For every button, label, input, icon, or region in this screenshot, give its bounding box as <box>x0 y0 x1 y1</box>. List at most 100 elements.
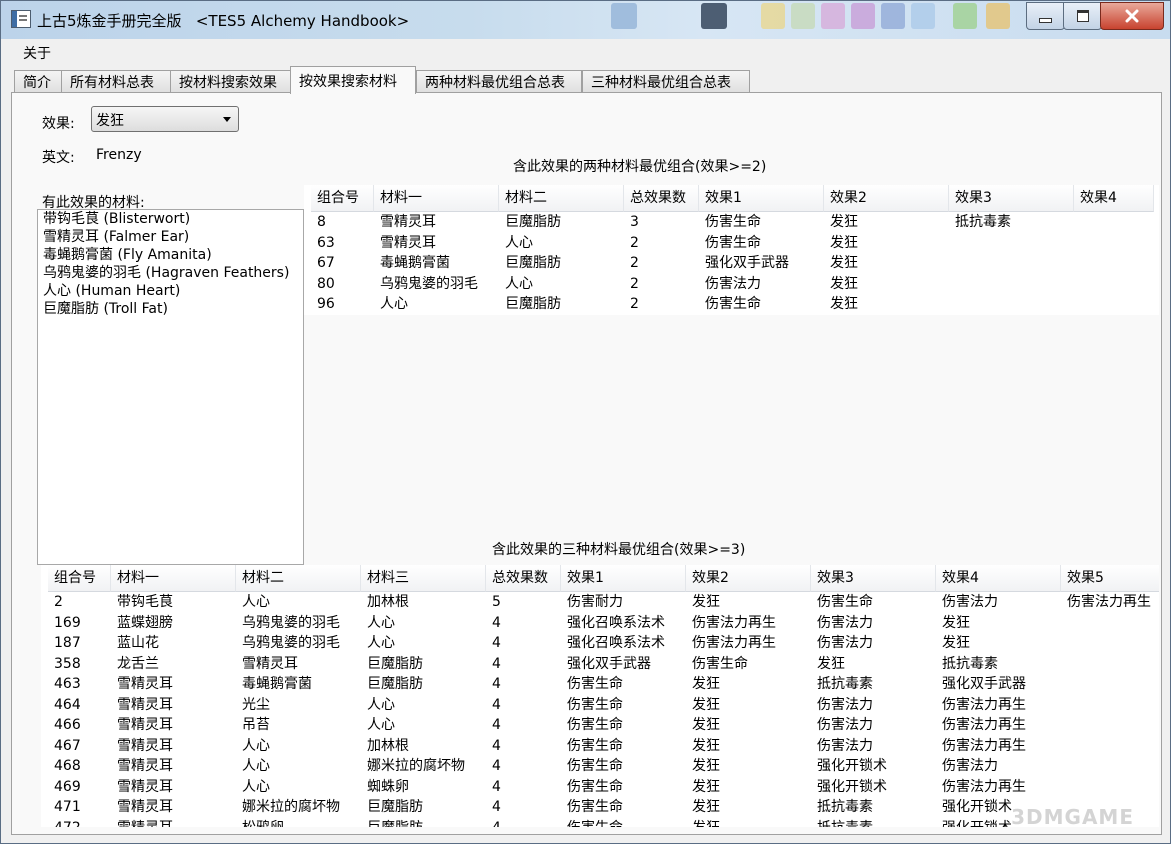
table-cell: 吊苔 <box>242 717 270 733</box>
tab-intro[interactable]: 简介 <box>14 70 62 92</box>
column-header[interactable]: 组合号 <box>311 185 374 212</box>
row-header-gutter <box>41 653 48 674</box>
table-row[interactable]: 467 雪精灵耳 人心 加林根 4 伤害生命 发狂 伤害法力 伤害法力再生 <box>41 735 1159 757</box>
effect-select[interactable]: 发狂 <box>91 106 239 132</box>
effect-select-value: 发狂 <box>96 113 124 129</box>
menu-about[interactable]: 关于 <box>23 43 51 63</box>
table-cell: 伤害法力 <box>817 635 873 651</box>
close-button[interactable] <box>1100 2 1164 30</box>
table-cell: 毒蝇鹅膏菌 <box>242 676 312 692</box>
list-item[interactable]: 毒蝇鹅膏菌 (Fly Amanita) <box>38 246 303 264</box>
table-cell: 雪精灵耳 <box>117 676 173 692</box>
table-cell <box>1061 695 1159 716</box>
table-cell: 蓝山花 <box>117 635 159 651</box>
column-header[interactable]: 效果2 <box>686 565 811 592</box>
tab-all-materials[interactable]: 所有材料总表 <box>61 70 171 92</box>
tab-search-effect-by-material[interactable]: 按材料搜索效果 <box>170 70 292 92</box>
list-item[interactable]: 巨魔脂肪 (Troll Fat) <box>38 300 303 318</box>
title-bar[interactable]: 上古5炼金手册完全版 <TES5 Alchemy Handbook> <box>1 1 1170 39</box>
table-cell: 伤害生命 <box>567 799 623 815</box>
maximize-button[interactable] <box>1063 2 1102 30</box>
table-cell: 伤害法力再生 <box>942 778 1026 795</box>
table-row[interactable]: 169 蓝蝶翅膀 乌鸦鬼婆的羽毛 人心 4 强化召唤系法术 伤害法力再生 伤害法力 发狂 <box>41 612 1159 633</box>
table-cell: 巨魔脂肪 <box>505 296 561 312</box>
background-decoration <box>761 3 785 29</box>
tab-search-material-by-effect[interactable]: 按效果搜索材料 <box>290 66 416 94</box>
table-cell: 4 <box>486 818 561 828</box>
table-cell: 娜米拉的腐坏物 <box>242 799 340 815</box>
materials-list[interactable]: 带钩毛茛 (Blisterwort) 雪精灵耳 (Falmer Ear) 毒蝇鹅… <box>37 209 304 565</box>
column-header[interactable]: 效果2 <box>824 185 949 212</box>
list-item[interactable]: 人心 (Human Heart) <box>38 282 303 300</box>
column-header[interactable]: 材料二 <box>499 185 624 212</box>
table-cell: 4 <box>492 778 501 795</box>
table-cell <box>1074 253 1154 274</box>
table-cell: 发狂 <box>942 635 970 651</box>
column-header[interactable]: 材料一 <box>111 565 236 592</box>
table-cell: 伤害生命 <box>692 655 748 672</box>
column-header[interactable]: 总效果数 <box>624 185 699 212</box>
table-cell: 人心 <box>367 717 395 733</box>
table-cell: 巨魔脂肪 <box>367 676 423 692</box>
column-header[interactable]: 总效果数 <box>486 565 561 592</box>
column-header[interactable]: 效果3 <box>949 185 1074 212</box>
row-header-gutter <box>41 735 48 756</box>
list-item[interactable]: 雪精灵耳 (Falmer Ear) <box>38 228 303 246</box>
table-row[interactable]: 358 龙舌兰 雪精灵耳 巨魔脂肪 4 强化双手武器 伤害生命 发狂 抵抗毒素 <box>41 653 1159 674</box>
two-combo-table[interactable]: 组合号 材料一 材料二 总效果数 效果1 效果2 效果3 效果4 8 雪精灵耳 巨魔脂肪 3 伤害生命发… <box>304 185 1159 315</box>
column-header[interactable]: 效果4 <box>936 565 1061 592</box>
window-title: 上古5炼金手册完全版 <TES5 Alchemy Handbook> <box>37 12 410 30</box>
table-cell: 雪精灵耳 <box>117 778 173 795</box>
minimize-button[interactable] <box>1026 2 1065 30</box>
table-row[interactable]: 471 雪精灵耳 娜米拉的腐坏物 巨魔脂肪 4 伤害生命 发狂 抵抗毒素 强化开锁术 <box>41 797 1159 818</box>
tab-two-material-combos[interactable]: 两种材料最优组合总表 <box>416 70 582 92</box>
column-header[interactable]: 材料一 <box>374 185 499 212</box>
column-header[interactable]: 效果5 <box>1061 565 1159 592</box>
table-cell: 2 <box>630 255 639 271</box>
column-header[interactable]: 效果3 <box>811 565 936 592</box>
table-row[interactable]: 63 雪精灵耳 人心 2 伤害生命 发狂 <box>304 232 1159 253</box>
table-cell: 伤害法力再生 <box>692 635 776 651</box>
table-cell <box>1061 736 1159 757</box>
column-header[interactable]: 效果1 <box>561 565 686 592</box>
table-cell: 469 <box>54 778 81 795</box>
background-decoration <box>953 3 977 29</box>
table-cell: 4 <box>492 676 501 692</box>
list-item[interactable]: 带钩毛茛 (Blisterwort) <box>38 210 303 228</box>
table-cell: 娜米拉的腐坏物 <box>367 758 465 774</box>
column-header[interactable]: 组合号 <box>48 565 111 592</box>
list-item[interactable]: 乌鸦鬼婆的羽毛 (Hagraven Feathers) <box>38 264 303 282</box>
column-header[interactable]: 效果4 <box>1074 185 1154 212</box>
tab-three-material-combos[interactable]: 三种材料最优组合总表 <box>582 70 750 92</box>
table-row[interactable]: 469 雪精灵耳 人心 蜘蛛卵 4 伤害生命 发狂 强化开锁术 伤害法力再生 <box>41 776 1159 798</box>
three-combo-table[interactable]: 组合号 材料一 材料二 材料三 总效果数 效果1 效果2 效果3 效果4 效果5 2 带钩毛茛 人心 加林… <box>41 565 1159 827</box>
two-combo-title: 含此效果的两种材料最优组合(效果>=2) <box>513 159 767 175</box>
table-cell: 强化召唤系法术 <box>567 614 665 631</box>
column-header[interactable]: 材料二 <box>236 565 361 592</box>
table-cell: 伤害生命 <box>817 594 873 610</box>
table-row[interactable]: 464 雪精灵耳 光尘 人心 4 伤害生命 发狂 伤害法力 伤害法力再生 <box>41 694 1159 716</box>
table-cell: 强化双手武器 <box>705 255 789 271</box>
table-row[interactable]: 8 雪精灵耳 巨魔脂肪 3 伤害生命 发狂 抵抗毒素 <box>304 212 1159 233</box>
table-row[interactable]: 466 雪精灵耳 吊苔 人心 4 伤害生命 发狂 伤害法力 伤害法力再生 <box>41 715 1159 736</box>
table-row[interactable]: 463 雪精灵耳 毒蝇鹅膏菌 巨魔脂肪 4 伤害生命 发狂 抵抗毒素 强化双手武器 <box>41 674 1159 695</box>
table-row[interactable]: 67 毒蝇鹅膏菌 巨魔脂肪 2 强化双手武器 发狂 <box>304 253 1159 274</box>
table-header: 组合号 材料一 材料二 总效果数 效果1 效果2 效果3 效果4 <box>304 185 1159 212</box>
column-header[interactable]: 材料三 <box>361 565 486 592</box>
table-cell: 472 <box>48 818 111 828</box>
table-cell: 抵抗毒素 <box>942 655 998 672</box>
table-row[interactable]: 187 蓝山花 乌鸦鬼婆的羽毛 人心 4 强化召唤系法术 伤害法力再生 伤害法力 发狂 <box>41 633 1159 654</box>
table-row[interactable]: 468 雪精灵耳 人心 娜米拉的腐坏物 4 伤害生命 发狂 强化开锁术 伤害法力 <box>41 756 1159 777</box>
table-row[interactable]: 2 带钩毛茛 人心 加林根 5 伤害耐力 发狂 伤害生命 伤害法力 伤害法力再生 <box>41 592 1159 613</box>
table-cell: 4 <box>492 799 501 815</box>
table-row[interactable]: 96 人心 巨魔脂肪 2 伤害生命 发狂 <box>304 294 1159 315</box>
row-header-gutter <box>304 212 311 233</box>
column-header[interactable]: 效果1 <box>699 185 824 212</box>
background-decoration <box>821 3 845 29</box>
table-cell <box>1061 777 1159 798</box>
table-cell: 伤害生命 <box>567 676 623 692</box>
table-cell: 强化开锁术 <box>817 758 887 774</box>
table-row[interactable]: 80 乌鸦鬼婆的羽毛 人心 2 伤害法力 发狂 <box>304 273 1159 294</box>
table-row[interactable]: 472雪精灵耳松鸦卵巨魔脂肪4伤害生命发狂抵抗毒素强化开锁术 <box>41 817 1159 828</box>
table-cell: 3 <box>630 214 639 230</box>
